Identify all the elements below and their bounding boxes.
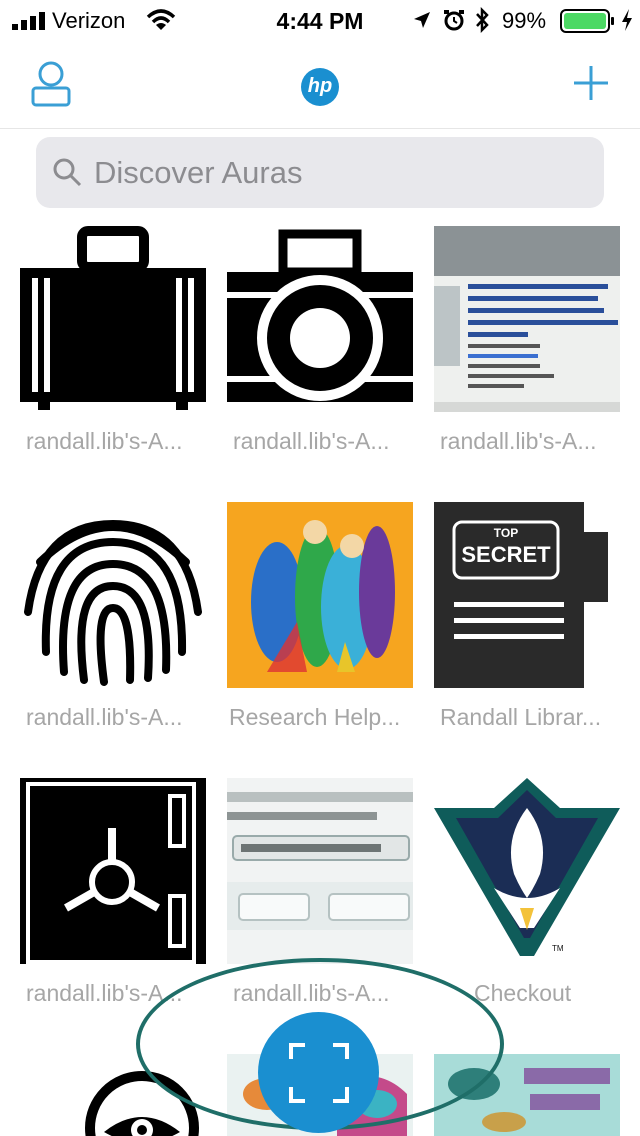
scan-button[interactable] — [258, 1012, 379, 1133]
aura-caption: randall.lib's-A... — [233, 428, 390, 454]
aura-tile-briefcase[interactable] — [20, 226, 206, 412]
superheroes-image — [227, 502, 413, 688]
navigation-bar: hp — [0, 40, 640, 129]
search-bar[interactable]: Discover Auras — [36, 137, 604, 208]
briefcase-icon — [20, 226, 206, 410]
hp-logo: hp — [301, 68, 339, 106]
camera-icon — [227, 229, 413, 402]
book-photo-icon — [434, 226, 620, 412]
aura-tile-safe[interactable] — [20, 778, 206, 964]
aura-tile-randall-library[interactable]: TOP SECRET — [434, 502, 620, 688]
aura-tile-camera[interactable] — [227, 226, 413, 412]
aura-tile-research-help[interactable] — [227, 502, 413, 688]
alarm-icon — [444, 10, 464, 31]
top-secret-label-top: TOP — [493, 526, 519, 540]
trademark-label: TM — [552, 944, 564, 953]
top-secret-label-bottom: SECRET — [461, 542, 551, 567]
battery-percent: 99% — [502, 8, 547, 33]
reservation-screenshot-image — [227, 778, 413, 964]
safe-icon — [20, 778, 206, 964]
aura-tile-fingerprint[interactable] — [20, 502, 206, 688]
status-bar: Verizon 4:44 PM 99% — [0, 0, 640, 40]
fingerprint-icon — [24, 519, 202, 686]
profile-button[interactable] — [30, 60, 72, 108]
hp-logo-text: hp — [307, 75, 333, 97]
aura-caption: randall.lib's-A... — [26, 704, 183, 730]
search-icon — [53, 158, 82, 187]
seahawk-logo — [434, 778, 620, 956]
aura-caption: randall.lib's-A... — [26, 428, 183, 454]
search-input[interactable]: Discover Auras — [94, 155, 302, 191]
aura-caption: Research Help... — [229, 704, 401, 730]
location-icon — [414, 12, 430, 28]
bluetooth-icon — [476, 7, 489, 33]
aura-caption: Checkout — [474, 980, 572, 1006]
scan-frame-icon — [289, 1043, 349, 1103]
battery-icon — [560, 9, 614, 33]
aura-tile-checkout[interactable]: TM — [434, 778, 620, 964]
aura-tile-reservation[interactable] — [227, 778, 413, 964]
aura-caption: Randall Librar... — [440, 704, 602, 730]
aura-caption: randall.lib's-A... — [440, 428, 597, 454]
charging-icon — [622, 9, 632, 31]
add-button[interactable] — [572, 64, 610, 102]
aura-tile-book[interactable] — [434, 226, 620, 412]
